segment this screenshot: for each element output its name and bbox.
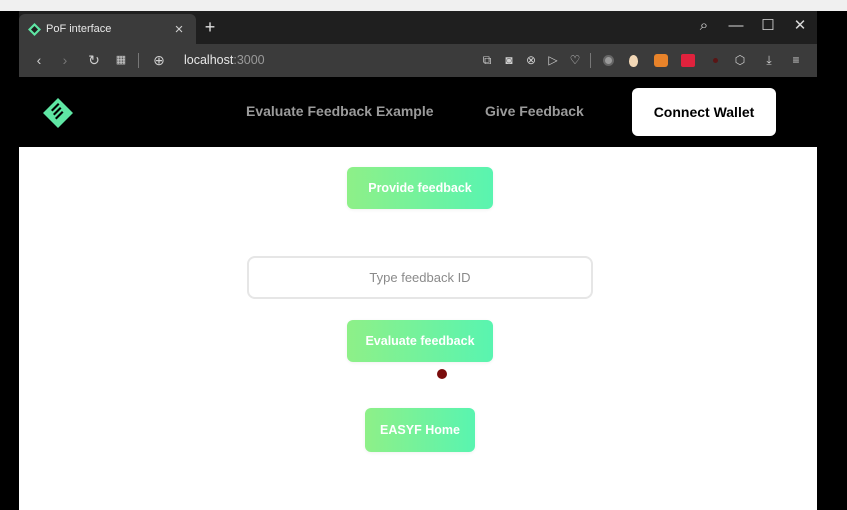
app-logo-icon[interactable] [42, 97, 74, 129]
screenshot-icon[interactable]: ◙ [498, 44, 520, 77]
apps-icon[interactable]: ▦ [110, 44, 132, 77]
feedback-id-input[interactable] [247, 256, 593, 299]
mouse-cursor-indicator [437, 369, 447, 379]
connect-wallet-button[interactable]: Connect Wallet [632, 88, 776, 136]
tab-search-icon[interactable]: ⌕ [686, 11, 722, 41]
reload-icon[interactable]: ↻ [83, 44, 105, 77]
address-port: :3000 [233, 53, 265, 67]
evaluate-feedback-button[interactable]: Evaluate feedback [347, 320, 493, 362]
nav-link-evaluate-example[interactable]: Evaluate Feedback Example [246, 103, 434, 119]
back-icon[interactable]: ‹ [28, 44, 50, 77]
screen-right-border [817, 11, 847, 510]
address-host: localhost [184, 53, 234, 67]
page-bottom [19, 488, 817, 510]
toolbar-divider-2 [590, 53, 591, 68]
new-tab-button[interactable]: + [199, 14, 221, 40]
extension-dot-icon[interactable] [713, 58, 718, 63]
extension-circle-icon[interactable] [603, 55, 614, 66]
play-icon[interactable]: ▷ [542, 44, 564, 77]
share-icon[interactable]: ⧉ [476, 44, 498, 77]
close-window-icon[interactable]: ✕ [782, 11, 818, 41]
extension-red-icon[interactable] [681, 54, 695, 67]
screen-left-border [0, 11, 19, 510]
nav-link-give-feedback[interactable]: Give Feedback [485, 103, 584, 119]
provide-feedback-button[interactable]: Provide feedback [347, 167, 493, 209]
extension-cube-icon[interactable]: ⬡ [729, 44, 751, 77]
forward-icon[interactable]: › [54, 44, 76, 77]
tab-close-icon[interactable]: × [170, 21, 188, 38]
tab-title: PoF interface [46, 23, 112, 35]
screen-top-strip [0, 0, 847, 11]
metamask-icon[interactable] [654, 54, 668, 67]
download-icon[interactable]: ⤓ [758, 44, 780, 77]
browser-tab[interactable]: PoF interface × [19, 14, 196, 44]
minimize-icon[interactable]: — [718, 11, 754, 41]
globe-icon: ⊕ [153, 52, 165, 68]
shield-icon[interactable]: ⊗ [520, 44, 542, 77]
address-bar[interactable]: localhost:3000 [184, 44, 265, 77]
maximize-icon[interactable]: ☐ [750, 11, 786, 41]
easyf-home-button[interactable]: EASYF Home [365, 408, 475, 452]
extension-egg-icon[interactable] [629, 55, 638, 67]
heart-icon[interactable]: ♡ [564, 44, 586, 77]
site-favicon-icon [28, 22, 41, 36]
toolbar-divider [138, 53, 139, 68]
menu-icon[interactable]: ≡ [785, 44, 807, 77]
